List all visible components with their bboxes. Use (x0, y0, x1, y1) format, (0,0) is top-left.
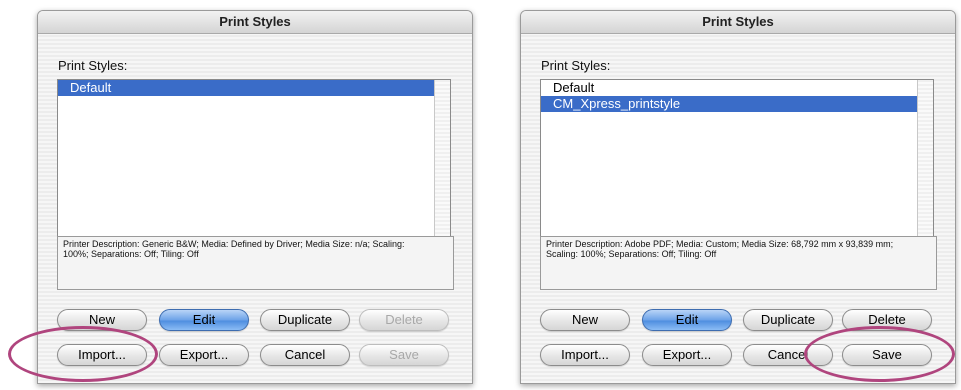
export-button[interactable]: Export... (642, 344, 732, 366)
edit-button[interactable]: Edit (159, 309, 249, 331)
style-description: Printer Description: Generic B&W; Media:… (57, 236, 454, 290)
save-button[interactable]: Save (842, 344, 932, 366)
list-item-default[interactable]: Default (541, 80, 917, 96)
dialog-title: Print Styles (521, 11, 955, 34)
print-styles-dialog-left: Print Styles Print Styles: Default Print… (37, 10, 473, 384)
list-item-default[interactable]: Default (58, 80, 434, 96)
cancel-button[interactable]: Cancel (743, 344, 833, 366)
duplicate-button[interactable]: Duplicate (260, 309, 350, 331)
print-styles-label: Print Styles: (58, 58, 128, 73)
delete-button[interactable]: Delete (359, 309, 449, 331)
list-scrollbar[interactable] (434, 80, 450, 238)
dialog-title: Print Styles (38, 11, 472, 34)
export-button[interactable]: Export... (159, 344, 249, 366)
edit-button[interactable]: Edit (642, 309, 732, 331)
save-button[interactable]: Save (359, 344, 449, 366)
delete-button[interactable]: Delete (842, 309, 932, 331)
list-scrollbar[interactable] (917, 80, 933, 238)
cancel-button[interactable]: Cancel (260, 344, 350, 366)
duplicate-button[interactable]: Duplicate (743, 309, 833, 331)
print-styles-dialog-right: Print Styles Print Styles: Default CM_Xp… (520, 10, 956, 384)
new-button[interactable]: New (57, 309, 147, 331)
print-styles-list[interactable]: Default CM_Xpress_printstyle (540, 79, 934, 239)
list-item-cm-xpress-printstyle[interactable]: CM_Xpress_printstyle (541, 96, 917, 112)
new-button[interactable]: New (540, 309, 630, 331)
import-button[interactable]: Import... (540, 344, 630, 366)
style-description: Printer Description: Adobe PDF; Media: C… (540, 236, 937, 290)
print-styles-list[interactable]: Default (57, 79, 451, 239)
import-button[interactable]: Import... (57, 344, 147, 366)
print-styles-label: Print Styles: (541, 58, 611, 73)
